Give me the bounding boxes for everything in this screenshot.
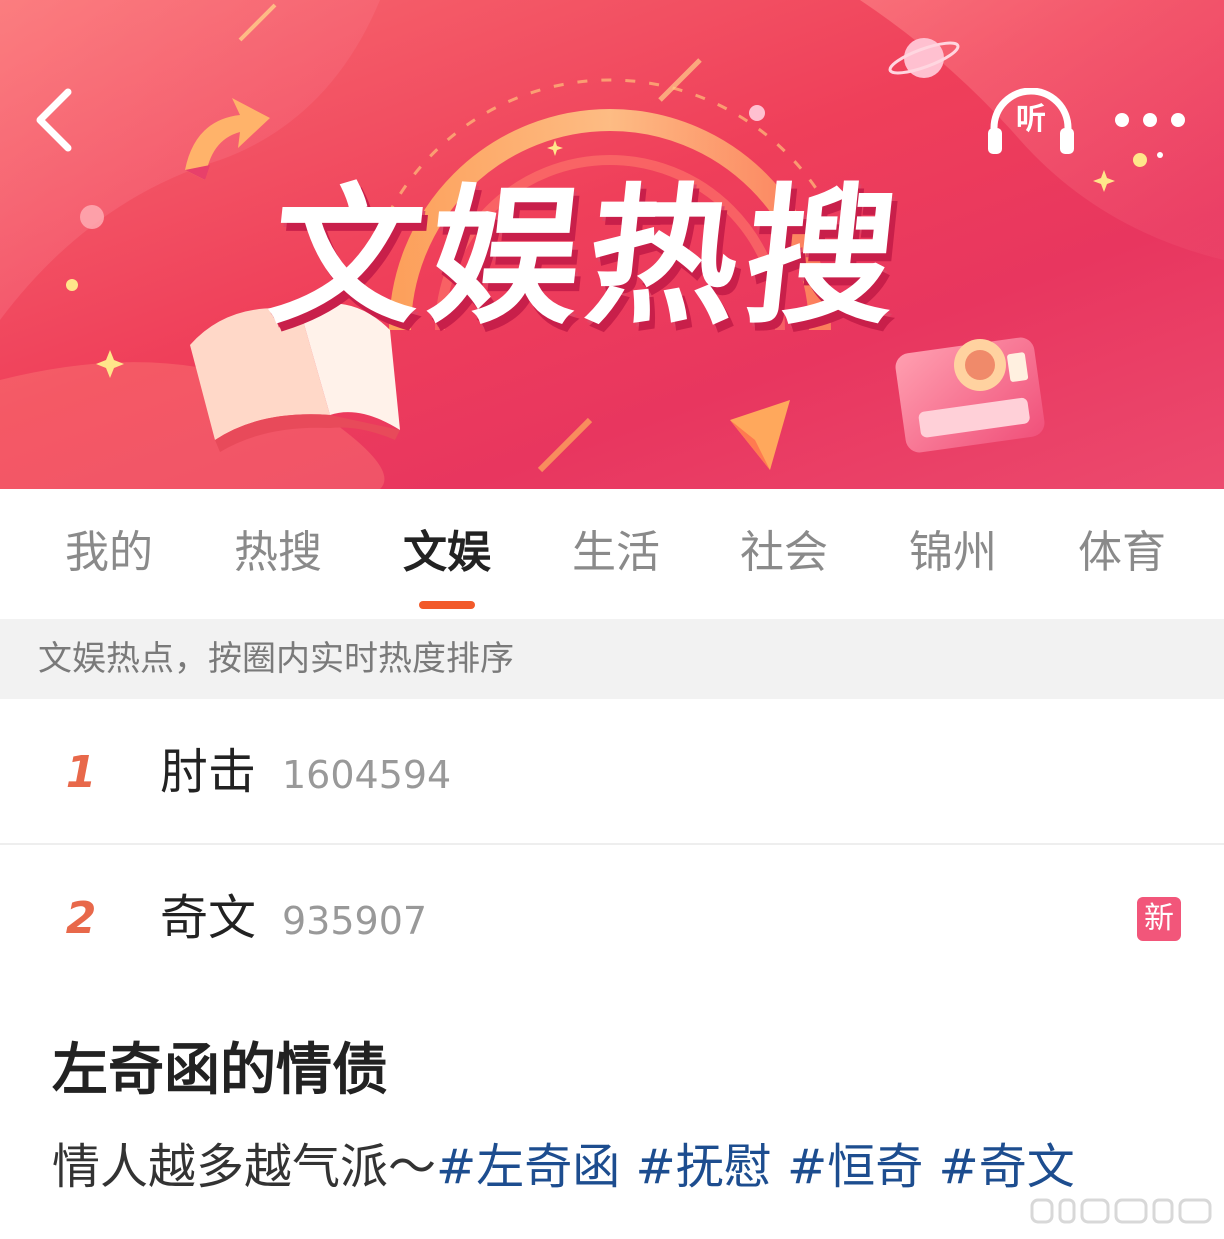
back-button[interactable] [26,82,86,158]
new-badge: 新 [1137,897,1181,941]
heat-count: 1604594 [282,753,452,797]
tab-hot-search[interactable]: 热搜 [208,489,348,619]
tab-label: 文娱 [403,527,491,578]
post-body: 情人越多越气派～#左奇函 #抚慰 #恒奇 #奇文 [52,1136,1075,1198]
heat-count: 935907 [282,899,428,943]
tab-society[interactable]: 社会 [714,489,854,619]
active-tab-indicator [419,601,475,609]
tab-label: 社会 [740,527,828,578]
tab-life[interactable]: 生活 [546,489,686,619]
banner-title: 文娱热搜 [262,171,914,345]
watermark-icon [1030,1198,1212,1224]
tab-label: 体育 [1078,527,1166,578]
topic-title: 奇文 [160,890,257,946]
hashtag-link[interactable]: #奇文 [939,1139,1075,1195]
tab-label: 我的 [65,527,153,578]
category-tabs: 我的 热搜 文娱 生活 社会 锦州 体育 [0,489,1224,619]
tab-jinzhou[interactable]: 锦州 [883,489,1023,619]
section-subtitle: 文娱热点，按圈内实时热度排序 [38,639,514,679]
listen-button[interactable]: 听 [984,88,1078,158]
list-item[interactable]: 2 奇文 935907 [0,845,1224,991]
back-icon [36,88,72,152]
rank-number: 1 [65,747,97,798]
tab-label: 生活 [572,527,660,578]
post-text: 情人越多越气派～ [52,1139,437,1195]
topic-title: 肘击 [160,744,257,800]
rank-number: 2 [65,893,97,944]
tab-label: 锦州 [909,527,997,578]
hashtag-link[interactable]: #抚慰 [636,1139,772,1195]
banner: 文娱热搜 听 [0,0,1224,489]
tab-label: 热搜 [234,527,322,578]
hashtag-link[interactable]: #恒奇 [787,1139,923,1195]
more-button[interactable] [1108,100,1192,140]
tab-sports[interactable]: 体育 [1052,489,1192,619]
tab-mine[interactable]: 我的 [39,489,179,619]
hashtag-link[interactable]: #左奇函 [436,1139,620,1195]
more-icon [1115,113,1185,127]
camera-icon [895,337,1045,453]
post-title: 左奇函的情债 [52,1038,388,1103]
tab-entertainment[interactable]: 文娱 [377,489,517,619]
listen-label: 听 [1016,102,1046,137]
section-subtitle-bar: 文娱热点，按圈内实时热度排序 [0,619,1224,699]
list-item[interactable]: 1 肘击 1604594 [0,699,1224,845]
